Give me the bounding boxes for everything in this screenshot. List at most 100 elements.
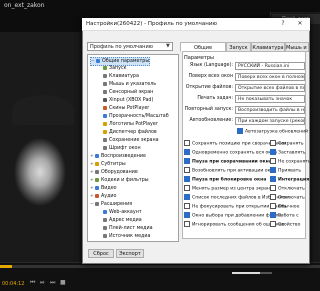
tree-item-label: Аудио <box>101 194 117 199</box>
next-icon[interactable]: ⏭ <box>50 279 55 287</box>
option-checkbox[interactable]: Сохранять <box>270 140 304 147</box>
option-select[interactable]: Воспроизводить файлы в новом <box>235 106 305 114</box>
checkbox-icon[interactable] <box>184 158 190 164</box>
option-select[interactable]: Поверх всех окон в полноэкранн <box>235 73 305 81</box>
option-select[interactable]: Открытие всех файлов в плеере <box>235 84 305 92</box>
checkbox-icon[interactable] <box>184 212 190 218</box>
stop-icon[interactable]: ■ <box>60 279 66 286</box>
option-select[interactable]: РУССКИЙ - Russian.ini <box>235 62 305 70</box>
tree-item[interactable]: + Аудио <box>90 193 117 200</box>
option-checkbox[interactable]: Заставлять <box>270 149 306 156</box>
tree-item[interactable]: Сенсорный экран <box>98 89 153 96</box>
tree-item-label: Общие параметры <box>102 59 150 64</box>
tree-item[interactable]: Xinput (XBOX Pad) <box>98 97 153 104</box>
tree-item-label: Мышь и указатель <box>109 82 157 87</box>
option-checkbox[interactable]: Свойство <box>270 221 300 228</box>
field-label: Открытие файлов: <box>185 85 233 90</box>
tree-item[interactable]: Мышь и указатель <box>98 81 156 88</box>
tree-item[interactable]: Диспетчер файлов <box>98 129 157 136</box>
checkbox-icon[interactable] <box>270 212 276 218</box>
tree-item[interactable]: Web-аккаунт <box>98 209 142 216</box>
tree-item[interactable]: + Субтитры <box>90 161 126 168</box>
checkbox-icon[interactable] <box>270 167 276 173</box>
checkbox-icon[interactable] <box>270 185 276 191</box>
tree-item[interactable]: Запуск <box>98 65 127 72</box>
tree-item[interactable]: + Оборудование <box>90 169 138 176</box>
option-checkbox[interactable]: Одновременно сохранять вся окна <box>184 149 277 156</box>
option-checkbox[interactable]: Приявать <box>270 167 301 174</box>
checkbox-icon[interactable] <box>270 203 276 209</box>
option-select[interactable]: Не показывать значок <box>235 95 305 103</box>
tree-item[interactable]: Прозрачность/Масштаб <box>98 113 169 120</box>
checkbox-icon[interactable] <box>184 194 190 200</box>
checkbox-icon[interactable] <box>270 176 276 182</box>
close-button[interactable]: ✕ <box>292 19 308 29</box>
play-pause-icon[interactable]: ⏯ <box>40 279 45 287</box>
tree-item-label: Шрифт окон <box>109 146 141 151</box>
tree-item-label: Запуск <box>109 66 127 71</box>
checkbox-icon[interactable] <box>184 149 190 155</box>
tree-item[interactable]: Сохранение экрана <box>98 137 159 144</box>
checkbox-icon[interactable] <box>184 203 190 209</box>
option-checkbox[interactable]: Отключать <box>270 185 305 192</box>
tree-item[interactable]: − Расширения <box>90 201 132 208</box>
group-label: Параметры <box>184 55 214 61</box>
reset-button[interactable]: Сброс <box>88 249 114 258</box>
folder-icon <box>103 73 107 78</box>
checkbox-icon[interactable] <box>270 194 276 200</box>
player-title: on_ext_zakon <box>4 2 45 9</box>
tree-item[interactable]: + Воспроизведение <box>90 153 146 160</box>
checkbox-label: Пауза при блокировке окна <box>192 177 267 183</box>
option-checkbox[interactable]: Работа с <box>270 212 299 219</box>
tree-item-label: Диспетчер файлов <box>109 130 157 135</box>
option-checkbox[interactable]: Пауза при блокировке окна <box>184 176 266 183</box>
option-checkbox[interactable]: Обычное <box>270 203 299 210</box>
tree-item[interactable]: Плей-лист медиа <box>98 225 153 232</box>
folder-icon <box>95 185 99 190</box>
tree-item[interactable]: Клавиатура <box>98 73 139 80</box>
tree-item[interactable]: Источник медиа <box>98 233 150 240</box>
checkbox-icon[interactable] <box>237 128 243 134</box>
option-checkbox[interactable]: Интеграция <box>270 176 309 183</box>
tree-item[interactable]: + Видео <box>90 185 117 192</box>
option-checkbox[interactable]: Возобновлять при активации окна <box>184 167 276 174</box>
tree-item-label: Оборудование <box>101 170 138 175</box>
video-frame <box>0 32 90 262</box>
help-button[interactable]: ? <box>276 19 290 29</box>
option-checkbox[interactable]: Не сохранять <box>270 158 311 165</box>
checkbox-label: Заставлять <box>278 150 306 156</box>
checkbox-label: Отключать <box>278 186 305 192</box>
profile-select[interactable]: Профиль по умолчанию <box>87 42 173 51</box>
folder-icon <box>95 201 99 206</box>
checkbox-icon[interactable] <box>270 158 276 164</box>
chevron-down-icon[interactable]: ▼ <box>166 43 170 49</box>
option-checkbox[interactable]: Пауза при сворачивании окна <box>184 158 272 165</box>
tree-item[interactable]: Адрес медиа <box>98 217 142 224</box>
tree-item[interactable]: Скины PotPlayer <box>98 105 149 112</box>
tree-item[interactable]: Логотипы PotPlayer <box>98 121 158 128</box>
option-checkbox[interactable]: Окно выбора при добавлении файла <box>184 212 281 219</box>
folder-icon <box>96 58 100 63</box>
checkbox-icon[interactable] <box>184 185 190 191</box>
checkbox-icon[interactable] <box>270 140 276 146</box>
auto-update-checkbox[interactable]: Автозагрузка обновлений <box>237 128 308 135</box>
seek-bar[interactable] <box>0 265 320 268</box>
tree-item[interactable]: Шрифт окон <box>98 145 141 152</box>
tree-item-label: Xinput (XBOX Pad) <box>109 98 154 103</box>
field-label: Автообновление: <box>189 118 233 123</box>
option-select[interactable]: При каждом запуске (рекомендуем <box>235 117 305 125</box>
checkbox-icon[interactable] <box>184 140 190 146</box>
checkbox-icon[interactable] <box>184 176 190 182</box>
checkbox-icon[interactable] <box>270 149 276 155</box>
checkbox-icon[interactable] <box>270 221 276 227</box>
prev-icon[interactable]: ⏮ <box>30 279 35 287</box>
checkbox-label: Приявать <box>278 168 302 174</box>
checkbox-icon[interactable] <box>184 221 190 227</box>
option-checkbox[interactable]: Менять размер из центра экрана <box>184 185 273 192</box>
tree-item[interactable]: + Кодеки и фильтры <box>90 177 149 184</box>
option-checkbox[interactable]: Отключать <box>270 194 305 201</box>
tree-item-label: Прозрачность/Масштаб <box>109 114 169 119</box>
export-button[interactable]: Экспорт <box>116 249 144 258</box>
settings-tree[interactable]: − Общие параметры Запуск Клавиатура Мышь и у… <box>87 54 179 242</box>
checkbox-icon[interactable] <box>184 167 190 173</box>
